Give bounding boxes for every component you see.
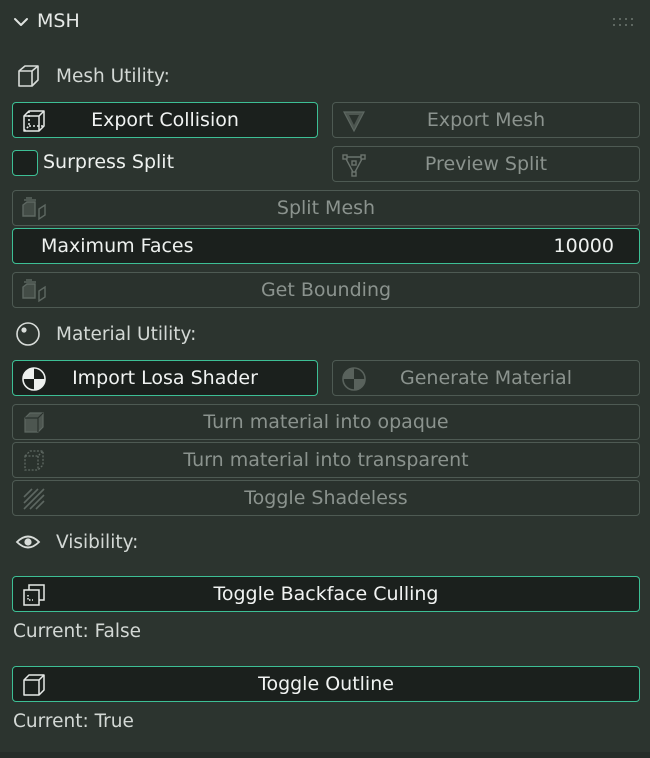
cube-icon: [12, 60, 44, 92]
split-mesh-label: Split Mesh: [276, 197, 376, 219]
generate-material-button[interactable]: Generate Material: [332, 360, 640, 396]
backface-culling-status: Current: False: [13, 621, 142, 642]
hatched-shading-icon: [20, 485, 48, 513]
toggle-shadeless-label: Toggle Shadeless: [244, 487, 408, 509]
collision-cube-icon: [20, 107, 48, 135]
import-losa-shader-button[interactable]: Import Losa Shader: [12, 360, 318, 396]
material-ball-icon: [340, 365, 368, 393]
bounding-box-icon: [20, 277, 48, 305]
maximum-faces-value[interactable]: 10000: [554, 235, 614, 257]
outline-cube-icon: [20, 671, 48, 699]
drag-grip-icon[interactable]: [612, 16, 636, 28]
get-bounding-label: Get Bounding: [260, 279, 392, 301]
toggle-backface-culling-label: Toggle Backface Culling: [213, 583, 439, 605]
split-mesh-button[interactable]: Split Mesh: [12, 190, 640, 226]
mesh-utility-heading: Mesh Utility:: [12, 60, 170, 92]
preview-split-label: Preview Split: [424, 153, 548, 175]
toggle-shadeless-button[interactable]: Toggle Shadeless: [12, 480, 640, 516]
material-utility-label: Material Utility:: [56, 323, 197, 345]
get-bounding-button[interactable]: Get Bounding: [12, 272, 640, 308]
backface-icon: [20, 581, 48, 609]
export-mesh-button[interactable]: Export Mesh: [332, 102, 640, 138]
panel-bottom-divider: [0, 752, 650, 758]
mesh-triangle-icon: [340, 107, 368, 135]
maximum-faces-field[interactable]: Maximum Faces 10000: [12, 228, 640, 264]
transparent-cube-icon: [20, 447, 48, 475]
chevron-down-icon[interactable]: [12, 13, 30, 31]
surpress-split-label[interactable]: Surpress Split: [43, 151, 174, 173]
solid-cube-icon: [20, 409, 48, 437]
export-mesh-label: Export Mesh: [426, 109, 546, 131]
panel-header[interactable]: MSH: [0, 0, 650, 44]
shader-ball-icon: [20, 365, 48, 393]
material-sphere-icon: [12, 318, 44, 350]
generate-material-label: Generate Material: [400, 367, 572, 389]
panel-title: MSH: [37, 10, 80, 32]
split-mesh-icon: [20, 195, 48, 223]
mesh-utility-label: Mesh Utility:: [56, 65, 170, 87]
turn-opaque-label: Turn material into opaque: [203, 411, 449, 433]
turn-transparent-button[interactable]: Turn material into transparent: [12, 442, 640, 478]
turn-transparent-label: Turn material into transparent: [183, 449, 469, 471]
export-collision-label: Export Collision: [91, 109, 239, 131]
material-utility-heading: Material Utility:: [12, 318, 196, 350]
turn-opaque-button[interactable]: Turn material into opaque: [12, 404, 640, 440]
preview-split-button[interactable]: Preview Split: [332, 146, 640, 182]
toggle-backface-culling-button[interactable]: Toggle Backface Culling: [12, 576, 640, 612]
export-collision-button[interactable]: Export Collision: [12, 102, 318, 138]
outline-status: Current: True: [13, 711, 134, 732]
toggle-outline-label: Toggle Outline: [258, 673, 394, 695]
import-losa-shader-label: Import Losa Shader: [72, 367, 258, 389]
vertex-split-icon: [340, 151, 368, 179]
eye-icon: [12, 526, 44, 558]
visibility-label: Visibility:: [56, 531, 139, 553]
toggle-outline-button[interactable]: Toggle Outline: [12, 666, 640, 702]
visibility-heading: Visibility:: [12, 526, 138, 558]
surpress-split-checkbox[interactable]: [12, 150, 38, 176]
maximum-faces-label: Maximum Faces: [41, 235, 194, 257]
